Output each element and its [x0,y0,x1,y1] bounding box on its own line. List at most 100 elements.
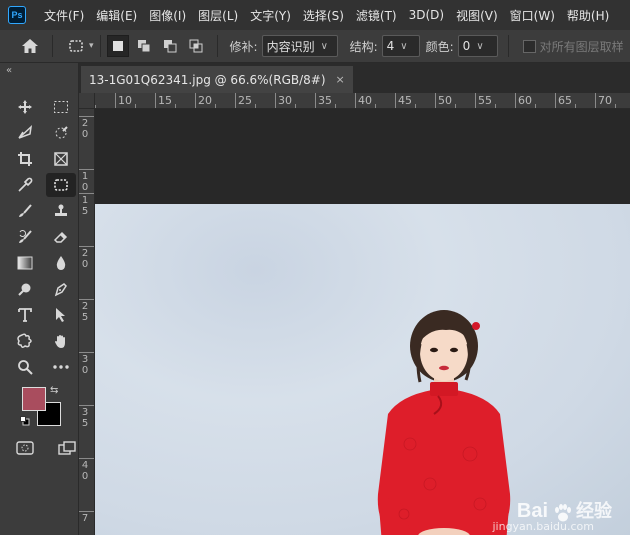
crop-icon[interactable] [10,147,40,171]
zoom-icon[interactable] [10,355,40,379]
home-button[interactable] [14,34,46,59]
close-icon[interactable]: × [336,73,345,86]
ruler-label: 20 [198,94,212,107]
type-icon[interactable] [10,303,40,327]
blur-icon[interactable] [46,251,76,275]
mode-buttons [10,436,82,460]
ruler-label: 40 [358,94,372,107]
chevron-down-icon: ∨ [476,40,484,52]
swap-colors-icon[interactable]: ⇆ [50,385,58,396]
menu-filter[interactable]: 滤镜(T) [350,7,403,24]
separator [507,35,509,57]
ruler-label: 45 [398,94,412,107]
eyedropper-icon[interactable] [10,173,40,197]
document-image[interactable]: Bai 经验 jingyan.baidu.com [95,204,630,535]
quick-select-icon[interactable] [46,121,76,145]
watermark-url: jingyan.baidu.com [492,520,594,533]
structure-label: 结构: [349,39,378,54]
repair-mode-select[interactable]: 内容识别 ∨ [261,35,338,57]
document-tabbar: 13-1G01Q62341.jpg @ 66.6%(RGB/8#) × [79,63,630,93]
collapse-panel-button[interactable]: « [6,65,12,76]
document-tab-title: 13-1G01Q62341.jpg @ 66.6%(RGB/8#) [89,72,326,87]
structure-value: 4 [386,39,395,53]
ruler-label: 10 [81,171,89,193]
tool-grid [10,95,76,381]
color-select[interactable]: 0 ∨ [457,35,498,57]
menu-layer[interactable]: 图层(L) [192,7,244,24]
ruler-label: 40 [81,460,89,482]
menu-bar: Ps 文件(F) 编辑(E) 图像(I) 图层(L) 文字(Y) 选择(S) 滤… [0,0,630,30]
ruler-label: 35 [81,407,89,429]
tool-preset-picker[interactable]: ▾ [67,38,94,54]
screen-mode-icon[interactable] [52,436,82,460]
pen-icon[interactable] [46,277,76,301]
canvas-pasteboard[interactable]: Bai 经验 jingyan.baidu.com [95,109,630,535]
menu-file[interactable]: 文件(F) [38,7,90,24]
patch-tool-icon [69,40,83,52]
horizontal-ruler[interactable]: 10 15 20 25 30 35 40 45 50 55 60 65 70 [95,93,630,109]
menu-image[interactable]: 图像(I) [143,7,192,24]
color-value: 0 [462,39,471,53]
menu-edit[interactable]: 编辑(E) [90,7,143,24]
vertical-ruler[interactable]: 20 10 15 20 25 30 35 40 7 [79,109,95,535]
structure-select[interactable]: 4 ∨ [381,35,420,57]
ruler-label: 20 [81,118,89,140]
ruler-label: 15 [158,94,172,107]
quick-mask-icon[interactable] [10,436,40,460]
marquee-icon[interactable] [46,95,76,119]
ruler-label: 55 [478,94,492,107]
path-select-icon[interactable] [46,303,76,327]
menu-view[interactable]: 视图(V) [450,7,504,24]
lasso-icon[interactable] [10,121,40,145]
chevron-down-icon: ∨ [320,40,328,52]
brush-icon[interactable] [10,199,40,223]
repair-mode-value: 内容识别 [266,39,315,54]
sample-all-layers-checkbox[interactable] [522,39,536,53]
ruler-label: 65 [558,94,572,107]
sample-all-layers-label: 对所有图层取样 [539,39,624,54]
move-icon[interactable] [10,95,40,119]
default-colors-icon[interactable] [20,416,30,426]
chevron-down-icon: ▾ [89,41,94,51]
home-icon [22,39,38,53]
repair-label: 修补: [229,39,258,54]
ruler-label: 15 [81,195,89,217]
hand-icon[interactable] [46,329,76,353]
chevron-down-icon: ∨ [400,40,408,52]
color-label: 颜色: [425,39,454,54]
subtract-selection-icon [163,40,177,53]
menu-type[interactable]: 文字(Y) [244,7,297,24]
photoshop-logo: Ps [8,6,26,24]
frame-icon[interactable] [46,147,76,171]
add-selection-icon [137,40,151,53]
ruler-label: 10 [118,94,132,107]
dodge-icon[interactable] [10,277,40,301]
more-icon[interactable] [46,355,76,379]
mode-intersect-selection-button[interactable] [185,35,207,57]
eraser-icon[interactable] [46,225,76,249]
color-swatches: ⇆ [20,385,64,429]
ruler-label: 25 [81,301,89,323]
menu-window[interactable]: 窗口(W) [504,7,561,24]
menu-help[interactable]: 帮助(H) [561,7,615,24]
menu-3d[interactable]: 3D(D) [403,8,450,22]
mode-new-selection-button[interactable] [106,35,129,57]
tools-panel: « ⇆ [0,63,79,535]
separator [99,35,101,57]
mode-subtract-selection-button[interactable] [159,35,181,57]
ruler-label: 30 [278,94,292,107]
separator [216,35,218,57]
stamp-icon[interactable] [46,199,76,223]
shape-icon[interactable] [10,329,40,353]
ruler-origin[interactable] [79,93,95,109]
gradient-icon[interactable] [10,251,40,275]
mode-add-selection-button[interactable] [133,35,155,57]
ruler-label: 70 [598,94,612,107]
patch-icon[interactable] [46,173,76,197]
ruler-label: 60 [518,94,532,107]
separator [52,35,53,57]
menu-select[interactable]: 选择(S) [297,7,350,24]
history-brush-icon[interactable] [10,225,40,249]
foreground-color-swatch[interactable] [22,387,46,411]
document-tab[interactable]: 13-1G01Q62341.jpg @ 66.6%(RGB/8#) × [81,66,353,93]
